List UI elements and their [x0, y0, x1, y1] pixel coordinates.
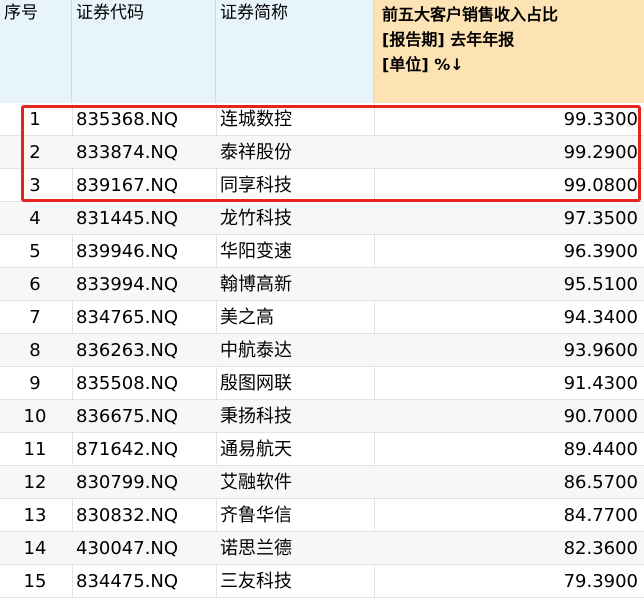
security-code: 430047.NQ [76, 538, 179, 559]
metric-value: 96.3900 [563, 241, 638, 262]
metric-value: 86.5700 [563, 472, 638, 493]
security-name: 诺思兰德 [220, 538, 292, 559]
row-index: 6 [29, 274, 41, 295]
table-row[interactable]: 12 830799.NQ 艾融软件 86.5700 [0, 466, 644, 499]
row-index: 10 [23, 406, 47, 427]
security-name: 中航泰达 [220, 340, 292, 361]
row-index: 12 [23, 472, 47, 493]
metric-value: 82.3600 [563, 538, 638, 559]
metric-value: 94.3400 [563, 307, 638, 328]
table-row[interactable]: 9 835508.NQ 殷图网联 91.4300 [0, 367, 644, 400]
row-index: 1 [29, 109, 41, 130]
column-header-index-label: 序号 [4, 3, 38, 23]
row-index: 13 [23, 505, 47, 526]
security-name: 通易航天 [220, 439, 292, 460]
column-header-metric[interactable]: 前五大客户销售收入占比 [报告期] 去年年报 [单位] %↓ [374, 0, 644, 103]
metric-value: 79.3900 [563, 571, 638, 592]
table-row[interactable]: 11 871642.NQ 通易航天 89.4400 [0, 433, 644, 466]
table-row[interactable]: 8 836263.NQ 中航泰达 93.9600 [0, 334, 644, 367]
column-header-metric-title: 前五大客户销售收入占比 [382, 5, 559, 24]
security-name: 齐鲁华信 [220, 505, 292, 526]
security-name: 泰祥股份 [220, 142, 292, 163]
row-index: 2 [29, 142, 41, 163]
row-index: 7 [29, 307, 41, 328]
metric-value: 99.3300 [563, 109, 638, 130]
table-row[interactable]: 7 834765.NQ 美之高 94.3400 [0, 301, 644, 334]
security-code: 833994.NQ [76, 274, 179, 295]
security-name: 翰博高新 [220, 274, 292, 295]
column-header-name-label: 证券简称 [220, 3, 288, 23]
column-header-code-label: 证券代码 [76, 3, 144, 23]
security-name: 三友科技 [220, 571, 292, 592]
table-header: 序号 证券代码 证券简称 前五大客户销售收入占比 [报告期] 去年年报 [单位]… [0, 0, 644, 103]
security-name: 美之高 [220, 307, 274, 328]
column-header-metric-period: [报告期] 去年年报 [382, 30, 515, 49]
security-name: 连城数控 [220, 109, 292, 130]
security-code: 834765.NQ [76, 307, 179, 328]
table-row[interactable]: 13 830832.NQ 齐鲁华信 84.7700 [0, 499, 644, 532]
security-code: 831445.NQ [76, 208, 179, 229]
table-row[interactable]: 4 831445.NQ 龙竹科技 97.3500 [0, 202, 644, 235]
row-index: 9 [29, 373, 41, 394]
security-code: 836263.NQ [76, 340, 179, 361]
metric-value: 91.4300 [563, 373, 638, 394]
table-row[interactable]: 5 839946.NQ 华阳变速 96.3900 [0, 235, 644, 268]
table-row[interactable]: 1 835368.NQ 连城数控 99.3300 [0, 103, 644, 136]
security-name: 殷图网联 [220, 373, 292, 394]
security-code: 830832.NQ [76, 505, 179, 526]
security-code: 836675.NQ [76, 406, 179, 427]
table-row[interactable]: 6 833994.NQ 翰博高新 95.5100 [0, 268, 644, 301]
security-name: 华阳变速 [220, 241, 292, 262]
security-code: 834475.NQ [76, 571, 179, 592]
table-row[interactable]: 2 833874.NQ 泰祥股份 99.2900 [0, 136, 644, 169]
metric-value: 97.3500 [563, 208, 638, 229]
column-header-index[interactable]: 序号 [0, 0, 72, 103]
security-name: 秉扬科技 [220, 406, 292, 427]
metric-value: 84.7700 [563, 505, 638, 526]
security-name: 艾融软件 [220, 472, 292, 493]
row-index: 4 [29, 208, 41, 229]
security-code: 830799.NQ [76, 472, 179, 493]
table-row[interactable]: 3 839167.NQ 同享科技 99.0800 [0, 169, 644, 202]
security-code: 835508.NQ [76, 373, 179, 394]
column-header-metric-unit: [单位] %↓ [382, 55, 464, 74]
security-code: 835368.NQ [76, 109, 179, 130]
row-index: 5 [29, 241, 41, 262]
security-name: 同享科技 [220, 175, 292, 196]
table-row[interactable]: 10 836675.NQ 秉扬科技 90.7000 [0, 400, 644, 433]
security-code: 839167.NQ [76, 175, 179, 196]
metric-value: 99.2900 [563, 142, 638, 163]
row-index: 14 [23, 538, 47, 559]
row-index: 8 [29, 340, 41, 361]
security-name: 龙竹科技 [220, 208, 292, 229]
column-header-code[interactable]: 证券代码 [72, 0, 216, 103]
table-row[interactable]: 14 430047.NQ 诺思兰德 82.3600 [0, 532, 644, 565]
metric-value: 89.4400 [563, 439, 638, 460]
security-code: 839946.NQ [76, 241, 179, 262]
security-code: 833874.NQ [76, 142, 179, 163]
metric-value: 99.0800 [563, 175, 638, 196]
table-row[interactable]: 15 834475.NQ 三友科技 79.3900 [0, 565, 644, 598]
metric-value: 90.7000 [563, 406, 638, 427]
metric-value: 93.9600 [563, 340, 638, 361]
row-index: 3 [29, 175, 41, 196]
row-index: 11 [23, 439, 47, 460]
security-code: 871642.NQ [76, 439, 179, 460]
row-index: 15 [23, 571, 47, 592]
column-header-name[interactable]: 证券简称 [216, 0, 374, 103]
metric-value: 95.5100 [563, 274, 638, 295]
